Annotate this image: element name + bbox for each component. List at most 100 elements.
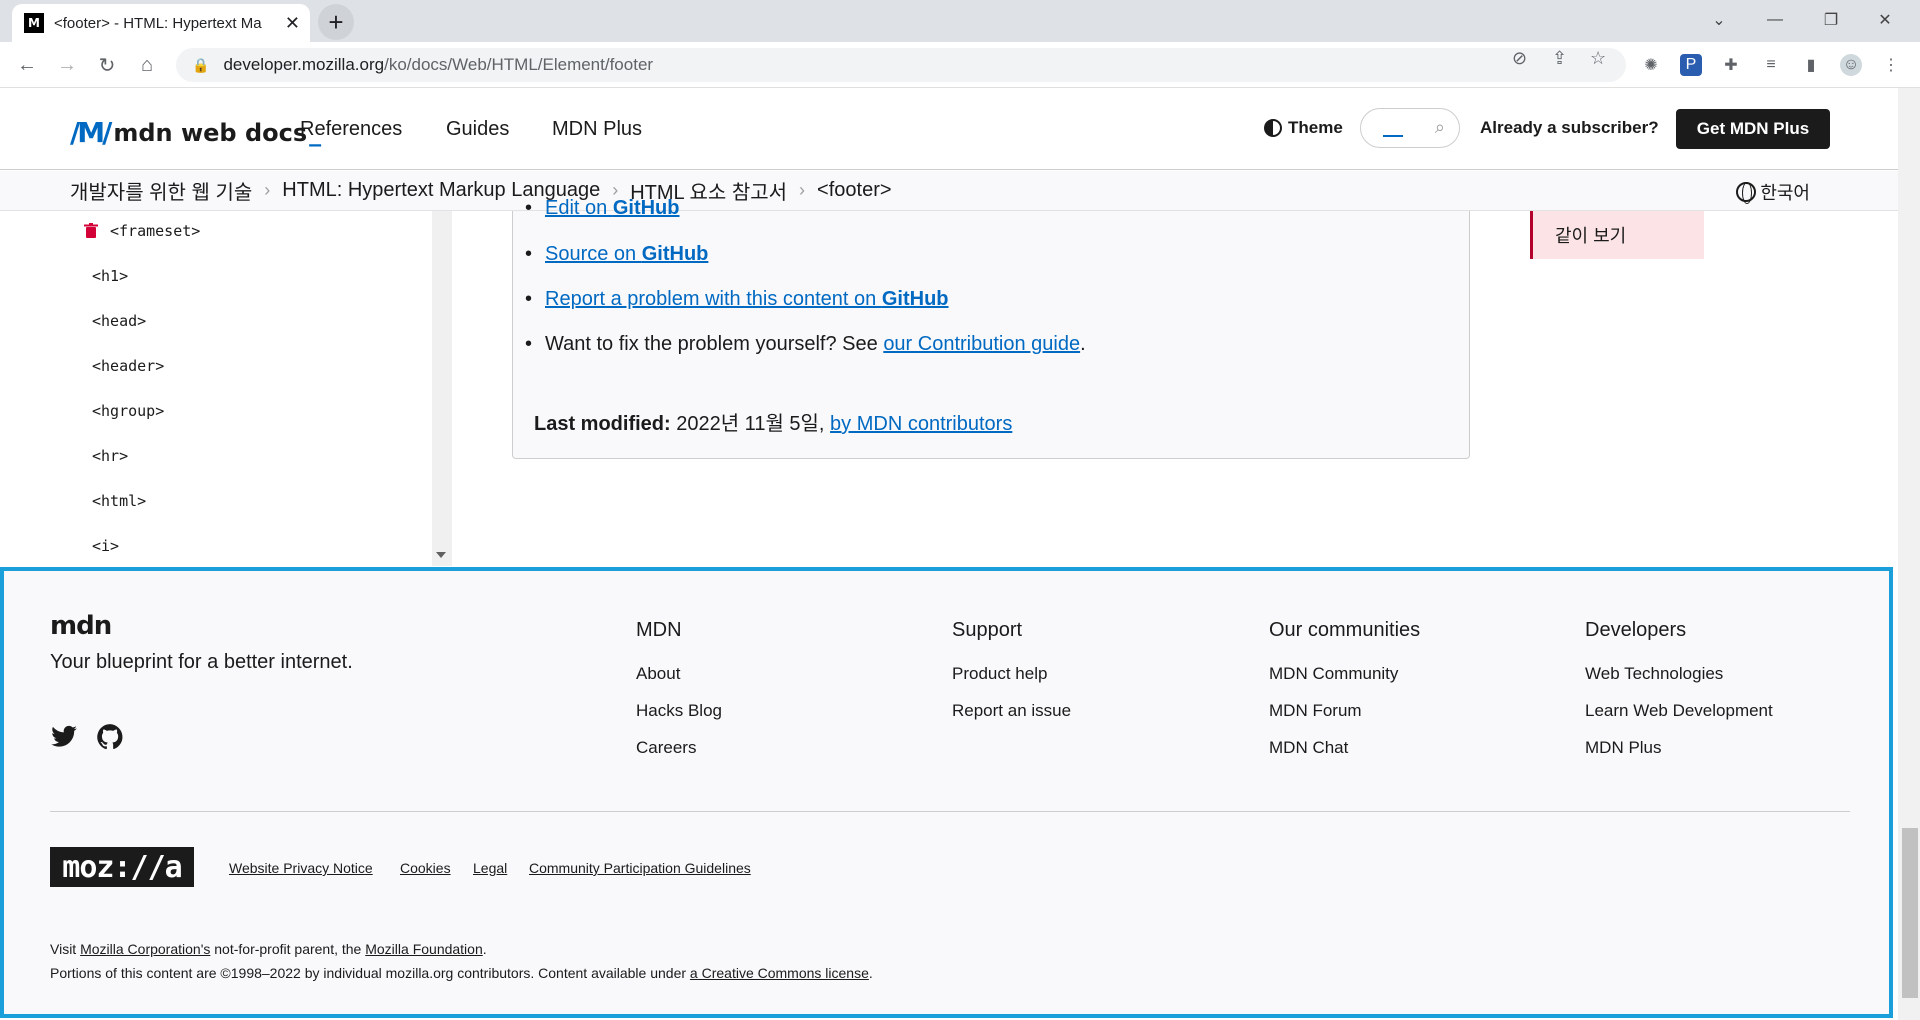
theme-toggle[interactable]: Theme xyxy=(1264,118,1343,138)
sidebar-item-head[interactable]: <head> xyxy=(92,312,146,330)
reading-list-icon[interactable]: ≡ xyxy=(1760,54,1782,76)
sidebar-item-hgroup[interactable]: <hgroup> xyxy=(92,402,164,420)
sidebar-item-i[interactable]: <i> xyxy=(92,537,119,555)
mdn-favicon-icon: M xyxy=(24,13,44,33)
contribution-guide-link[interactable]: our Contribution guide xyxy=(883,333,1080,355)
reload-icon[interactable]: ↻ xyxy=(92,50,122,80)
breadcrumb-footer[interactable]: <footer> xyxy=(817,179,892,202)
mozilla-logo[interactable]: moz://a xyxy=(50,847,194,887)
footer-link-mdn-community[interactable]: MDN Community xyxy=(1269,664,1420,684)
minimize-icon[interactable]: — xyxy=(1752,0,1798,40)
page-footer: mdn Your blueprint for a better internet… xyxy=(0,567,1893,1018)
list-item: Edit on GitHub xyxy=(525,197,680,220)
mdn-contributors-link[interactable]: by MDN contributors xyxy=(830,413,1012,435)
side-panel-icon[interactable]: ▮ xyxy=(1800,54,1822,76)
theme-icon xyxy=(1264,119,1282,137)
browser-menu-icon[interactable]: ⋮ xyxy=(1880,54,1902,76)
trash-icon xyxy=(84,223,98,238)
language-switcher[interactable]: 한국어 xyxy=(1736,179,1810,205)
extensions-puzzle-icon[interactable]: ✚ xyxy=(1720,54,1742,76)
participation-guidelines-link[interactable]: Community Participation Guidelines xyxy=(529,860,751,876)
mozilla-corporation-link[interactable]: Mozilla Corporation's xyxy=(80,941,210,957)
search-icon: ⌕ xyxy=(1434,117,1445,137)
legal-link[interactable]: Legal xyxy=(473,860,507,876)
eye-off-icon[interactable]: ⊘ xyxy=(1512,48,1527,69)
footer-col-support: Support Product help Report an issue xyxy=(952,619,1072,721)
list-item: Report a problem with this content on Gi… xyxy=(525,288,949,311)
twitter-icon[interactable] xyxy=(50,723,78,751)
footer-divider xyxy=(50,811,1850,812)
sidebar: <frameset> <h1> <head> <header> <hgroup>… xyxy=(0,211,453,566)
footer-tagline: Your blueprint for a better internet. xyxy=(50,651,353,673)
search-cursor xyxy=(1383,135,1403,137)
github-icon[interactable] xyxy=(96,723,124,751)
browser-toolbar: ← → ↻ ⌂ 🔒 developer.mozilla.org/ko/docs/… xyxy=(0,42,1920,88)
last-modified: Last modified: 2022년 11월 5일, by MDN cont… xyxy=(534,413,1013,435)
footer-link-about[interactable]: About xyxy=(636,664,722,684)
footer-link-mdn-plus[interactable]: MDN Plus xyxy=(1585,738,1773,758)
mdn-logo-mark-icon: /M/ xyxy=(70,116,112,149)
footer-link-report-issue[interactable]: Report an issue xyxy=(952,701,1071,721)
footer-link-web-technologies[interactable]: Web Technologies xyxy=(1585,664,1773,684)
footer-visit-text: Visit Mozilla Corporation's not-for-prof… xyxy=(50,941,487,957)
list-item: Want to fix the problem yourself? See ou… xyxy=(525,333,1086,356)
browser-tab[interactable]: M <footer> - HTML: Hypertext Ma ✕ xyxy=(12,4,310,42)
forward-icon[interactable]: → xyxy=(52,50,82,80)
sidebar-item-header[interactable]: <header> xyxy=(92,357,164,375)
home-icon[interactable]: ⌂ xyxy=(132,50,162,80)
extension-password-icon[interactable]: P xyxy=(1680,54,1702,76)
bookmark-star-icon[interactable]: ☆ xyxy=(1590,48,1606,69)
chevron-right-icon: › xyxy=(799,180,806,200)
cookies-link[interactable]: Cookies xyxy=(400,860,451,876)
footer-link-learn-web-dev[interactable]: Learn Web Development xyxy=(1585,701,1773,721)
get-mdn-plus-button[interactable]: Get MDN Plus xyxy=(1676,109,1830,149)
tab-strip: M <footer> - HTML: Hypertext Ma ✕ + ⌄ — … xyxy=(0,0,1920,42)
footer-link-mdn-forum[interactable]: MDN Forum xyxy=(1269,701,1420,721)
toc-item-see-also[interactable]: 같이 보기 xyxy=(1530,211,1704,259)
footer-col-communities: Our communities MDN Community MDN Forum … xyxy=(1269,619,1421,758)
creative-commons-link[interactable]: a Creative Commons license xyxy=(690,965,869,981)
mdn-logo[interactable]: /M/ mdn web docs _ xyxy=(70,116,321,149)
nav-mdn-plus[interactable]: MDN Plus xyxy=(552,118,642,141)
back-icon[interactable]: ← xyxy=(12,50,42,80)
report-problem-link[interactable]: Report a problem with this content on Gi… xyxy=(545,288,949,310)
footer-copyright-text: Portions of this content are ©1998–2022 … xyxy=(50,965,873,981)
mdn-header: /M/ mdn web docs _ References Guides MDN… xyxy=(0,88,1898,170)
lock-icon: 🔒 xyxy=(192,56,210,73)
restore-icon[interactable]: ❐ xyxy=(1808,0,1854,40)
privacy-notice-link[interactable]: Website Privacy Notice xyxy=(229,860,373,876)
sidebar-scrollbar[interactable] xyxy=(432,211,452,566)
globe-icon xyxy=(1736,182,1757,204)
sidebar-item-h1[interactable]: <h1> xyxy=(92,267,128,285)
footer-link-careers[interactable]: Careers xyxy=(636,738,722,758)
footer-col-developers: Developers Web Technologies Learn Web De… xyxy=(1585,619,1773,758)
footer-link-mdn-chat[interactable]: MDN Chat xyxy=(1269,738,1420,758)
share-icon[interactable]: ⇪ xyxy=(1552,48,1567,69)
extension-gear-icon[interactable]: ✺ xyxy=(1640,54,1662,76)
edit-on-github-link[interactable]: Edit on GitHub xyxy=(545,197,679,219)
profile-avatar-icon[interactable]: ☺ xyxy=(1840,54,1862,76)
list-item: Source on GitHub xyxy=(525,243,708,266)
source-on-github-link[interactable]: Source on GitHub xyxy=(545,243,708,265)
mozilla-foundation-link[interactable]: Mozilla Foundation xyxy=(365,941,483,957)
footer-link-hacks-blog[interactable]: Hacks Blog xyxy=(636,701,722,721)
nav-references[interactable]: References xyxy=(300,118,402,141)
already-subscriber-link[interactable]: Already a subscriber? xyxy=(1480,118,1659,138)
address-bar[interactable]: 🔒 developer.mozilla.org/ko/docs/Web/HTML… xyxy=(176,48,1626,82)
window-close-icon[interactable]: ✕ xyxy=(1862,0,1908,40)
close-tab-icon[interactable]: ✕ xyxy=(285,13,300,34)
scroll-down-arrow-icon[interactable] xyxy=(436,552,446,558)
tab-search-icon[interactable]: ⌄ xyxy=(1696,0,1742,40)
chevron-right-icon: › xyxy=(264,180,271,200)
breadcrumb-web-tech[interactable]: 개발자를 위한 웹 기술 xyxy=(70,176,252,205)
nav-guides[interactable]: Guides xyxy=(446,118,509,141)
page-scrollbar-thumb[interactable] xyxy=(1902,828,1918,998)
new-tab-button[interactable]: + xyxy=(318,4,354,40)
search-input[interactable]: ⌕ xyxy=(1360,108,1460,148)
sidebar-item-html[interactable]: <html> xyxy=(92,492,146,510)
footer-mdn-logo[interactable]: mdn xyxy=(50,611,112,641)
footer-link-product-help[interactable]: Product help xyxy=(952,664,1071,684)
footer-col-mdn: MDN About Hacks Blog Careers xyxy=(636,619,722,758)
sidebar-item-frameset[interactable]: <frameset> xyxy=(110,222,200,240)
sidebar-item-hr[interactable]: <hr> xyxy=(92,447,128,465)
